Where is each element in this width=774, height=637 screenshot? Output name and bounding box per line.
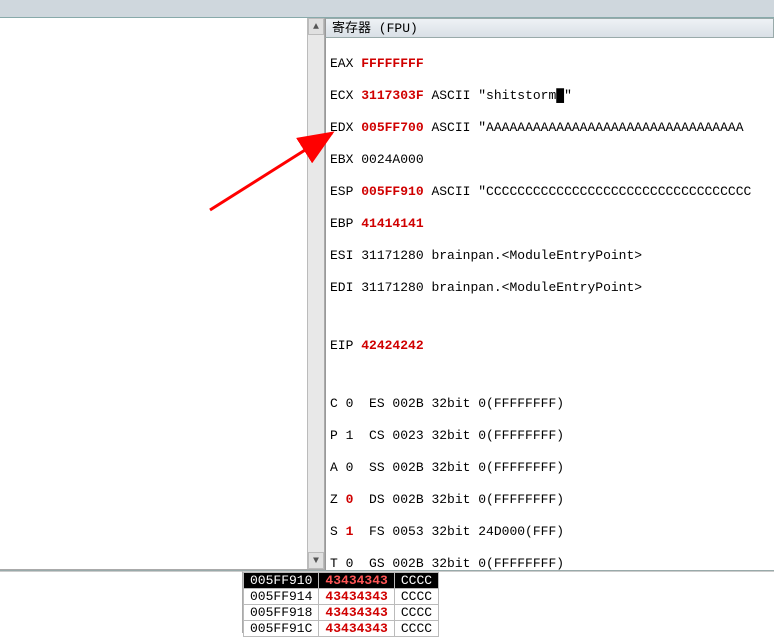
bottom-area: 005FF910 43434343 CCCC 005FF914 43434343…	[0, 570, 774, 633]
dump-pane[interactable]	[0, 571, 243, 633]
stack-val: 43434343	[319, 605, 394, 621]
window-titlebar	[0, 0, 774, 18]
stack-val: 43434343	[319, 621, 394, 637]
stack-val: 43434343	[319, 589, 394, 605]
stack-row[interactable]: 005FF910 43434343 CCCC	[244, 573, 439, 589]
flag-a: A 0 SS 002B 32bit 0(FFFFFFFF)	[330, 460, 770, 476]
reg-esi: ESI 31171280 brainpan.<ModuleEntryPoint>	[330, 248, 770, 264]
stack-ascii: CCCC	[394, 605, 438, 621]
reg-ebx: EBX 0024A000	[330, 152, 770, 168]
stack-ascii: CCCC	[394, 621, 438, 637]
main-area: ▲ ▼ 寄存器 (FPU) EAX FFFFFFFF ECX 3117303F …	[0, 18, 774, 570]
stack-table: 005FF910 43434343 CCCC 005FF914 43434343…	[243, 572, 439, 637]
stack-addr: 005FF91C	[244, 621, 319, 637]
stack-val: 43434343	[319, 573, 394, 589]
scroll-up-icon[interactable]: ▲	[308, 18, 324, 35]
flag-t: T 0 GS 002B 32bit 0(FFFFFFFF)	[330, 556, 770, 570]
registers-title: 寄存器 (FPU)	[332, 21, 418, 36]
stack-ascii: CCCC	[394, 573, 438, 589]
reg-ebp: EBP 41414141	[330, 216, 770, 232]
flag-p: P 1 CS 0023 32bit 0(FFFFFFFF)	[330, 428, 770, 444]
reg-eax: EAX FFFFFFFF	[330, 56, 770, 72]
registers-header[interactable]: 寄存器 (FPU)	[325, 18, 774, 38]
disasm-pane[interactable]: ▲ ▼	[0, 18, 325, 570]
stack-pane[interactable]: 005FF910 43434343 CCCC 005FF914 43434343…	[243, 571, 774, 633]
stack-row[interactable]: 005FF91C 43434343 CCCC	[244, 621, 439, 637]
stack-row[interactable]: 005FF914 43434343 CCCC	[244, 589, 439, 605]
registers-body[interactable]: EAX FFFFFFFF ECX 3117303F ASCII "shitsto…	[325, 38, 774, 570]
stack-ascii: CCCC	[394, 589, 438, 605]
stack-addr: 005FF914	[244, 589, 319, 605]
reg-eip: EIP 42424242	[330, 338, 770, 354]
reg-edi: EDI 31171280 brainpan.<ModuleEntryPoint>	[330, 280, 770, 296]
stack-row[interactable]: 005FF918 43434343 CCCC	[244, 605, 439, 621]
left-scrollbar[interactable]: ▲ ▼	[307, 18, 324, 569]
flag-z: Z 0 DS 002B 32bit 0(FFFFFFFF)	[330, 492, 770, 508]
reg-ecx: ECX 3117303F ASCII "shitstorm█"	[330, 88, 770, 104]
registers-pane: 寄存器 (FPU) EAX FFFFFFFF ECX 3117303F ASCI…	[325, 18, 774, 570]
stack-addr: 005FF910	[244, 573, 319, 589]
reg-edx: EDX 005FF700 ASCII "AAAAAAAAAAAAAAAAAAAA…	[330, 120, 770, 136]
scroll-down-icon[interactable]: ▼	[308, 552, 324, 569]
reg-esp: ESP 005FF910 ASCII "CCCCCCCCCCCCCCCCCCCC…	[330, 184, 770, 200]
stack-addr: 005FF918	[244, 605, 319, 621]
flag-c: C 0 ES 002B 32bit 0(FFFFFFFF)	[330, 396, 770, 412]
flag-s: S 1 FS 0053 32bit 24D000(FFF)	[330, 524, 770, 540]
